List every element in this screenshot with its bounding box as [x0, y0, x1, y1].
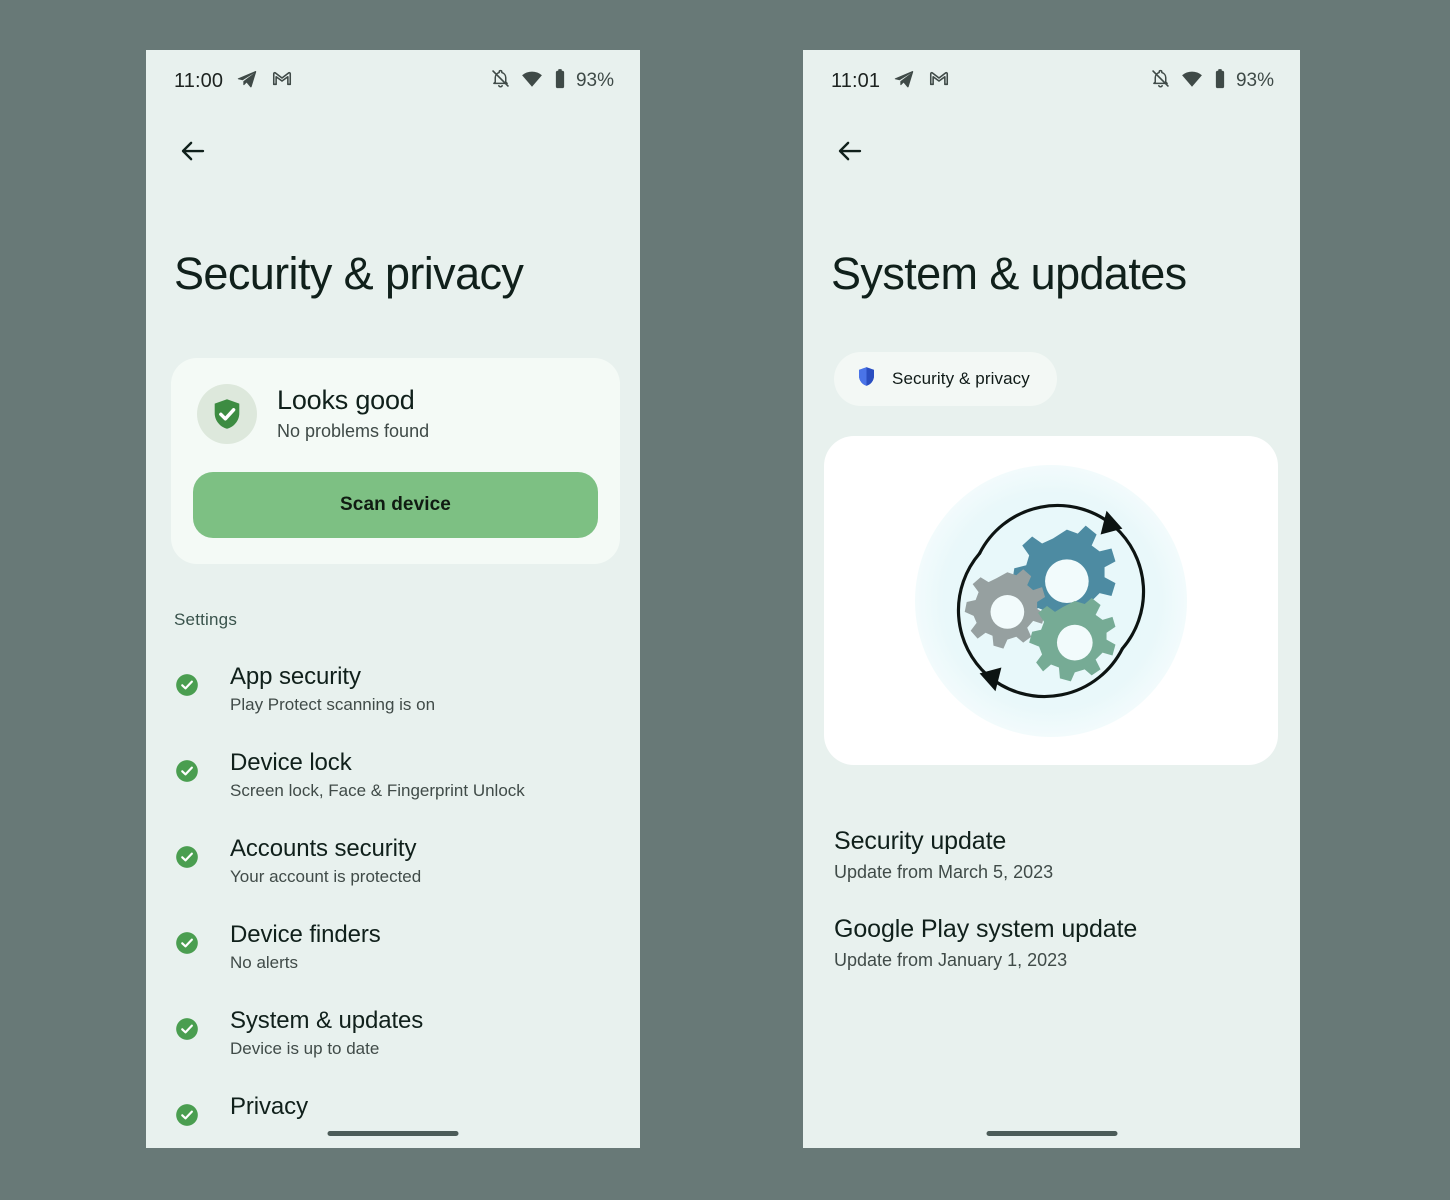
scan-device-button[interactable]: Scan device [193, 472, 598, 538]
notifications-off-icon [1150, 68, 1171, 94]
phone-screen-security-privacy: 11:00 93% Security & privacy Looks good … [146, 50, 640, 1148]
security-status-card: Looks good No problems found Scan device [171, 358, 620, 564]
setting-row-accounts-security[interactable]: Accounts security Your account is protec… [146, 818, 640, 904]
telegram-icon [893, 68, 915, 95]
update-title: Google Play system update [834, 915, 1138, 943]
update-subtitle: Update from March 5, 2023 [834, 862, 1054, 882]
setting-title: Privacy [230, 1093, 308, 1120]
status-bar: 11:00 93% [146, 50, 640, 112]
check-circle-icon [174, 672, 206, 703]
security-status-headline: Looks good [277, 384, 415, 415]
setting-text: App security Play Protect scanning is on [230, 663, 435, 715]
gmail-icon [928, 68, 950, 95]
check-circle-icon [174, 1102, 206, 1133]
toolbar [803, 112, 1300, 190]
setting-subtitle: Screen lock, Face & Fingerprint Unlock [230, 781, 525, 800]
setting-row-device-lock[interactable]: Device lock Screen lock, Face & Fingerpr… [146, 732, 640, 818]
chip-label: Security & privacy [892, 369, 1030, 388]
check-circle-icon [174, 930, 206, 961]
check-circle-icon [174, 758, 206, 789]
phone-screen-system-updates: 11:01 93% System & updates Security & pr… [803, 50, 1300, 1148]
setting-text: Accounts security Your account is protec… [230, 835, 421, 887]
setting-title: Device lock [230, 749, 352, 776]
status-bar-right: 93% [490, 68, 614, 95]
system-update-illustration-card [824, 436, 1278, 765]
settings-section-label: Settings [174, 610, 238, 629]
update-title: Security update [834, 827, 1007, 855]
battery-percent-label: 93% [575, 70, 614, 91]
setting-row-privacy[interactable]: Privacy [146, 1076, 640, 1148]
settings-list: App security Play Protect scanning is on… [146, 646, 640, 1148]
rotating-gears-icon [915, 464, 1187, 737]
setting-row-device-finders[interactable]: Device finders No alerts [146, 904, 640, 990]
setting-subtitle: No alerts [230, 953, 299, 972]
check-circle-icon [174, 844, 206, 875]
home-indicator[interactable] [986, 1131, 1117, 1136]
shield-blue-icon [855, 365, 878, 393]
update-row-security-update[interactable]: Security update Update from March 5, 202… [803, 811, 1300, 899]
gmail-icon [271, 68, 293, 95]
back-arrow-icon [181, 141, 205, 161]
notifications-off-icon [490, 68, 511, 94]
telegram-icon [236, 68, 258, 95]
setting-title: App security [230, 663, 361, 690]
security-status-texts: Looks good No problems found [277, 385, 429, 444]
setting-subtitle: Play Protect scanning is on [230, 695, 436, 714]
setting-row-system-updates[interactable]: System & updates Device is up to date [146, 990, 640, 1076]
update-row-google-play-system-update[interactable]: Google Play system update Update from Ja… [803, 899, 1300, 987]
setting-title: Device finders [230, 921, 381, 948]
setting-title: Accounts security [230, 835, 417, 862]
setting-row-app-security[interactable]: App security Play Protect scanning is on [146, 646, 640, 732]
setting-text: Privacy [230, 1093, 308, 1125]
back-arrow-icon [838, 141, 862, 161]
page-title: System & updates [831, 248, 1187, 299]
status-bar-left: 11:00 [174, 68, 293, 95]
setting-subtitle: Device is up to date [230, 1039, 380, 1058]
back-button[interactable] [170, 128, 216, 174]
setting-subtitle: Your account is protected [230, 867, 422, 886]
status-bar: 11:01 93% [803, 50, 1300, 112]
setting-text: Device lock Screen lock, Face & Fingerpr… [230, 749, 525, 801]
status-bar-clock: 11:00 [174, 69, 224, 92]
battery-icon [553, 68, 567, 95]
screenshot-stage: 11:00 93% Security & privacy Looks good … [0, 0, 1450, 1200]
updates-list: Security update Update from March 5, 202… [803, 811, 1300, 987]
wifi-icon [1181, 68, 1203, 95]
check-circle-icon [174, 1016, 206, 1047]
back-button[interactable] [827, 128, 873, 174]
wifi-icon [521, 68, 543, 95]
battery-percent-label: 93% [1235, 70, 1274, 91]
status-bar-right: 93% [1150, 68, 1274, 95]
status-bar-clock: 11:01 [831, 69, 881, 92]
setting-title: System & updates [230, 1007, 424, 1034]
battery-icon [1213, 68, 1227, 95]
toolbar [146, 112, 640, 190]
setting-text: System & updates Device is up to date [230, 1007, 423, 1059]
home-indicator[interactable] [327, 1131, 459, 1136]
page-title: Security & privacy [174, 248, 524, 299]
security-status-header: Looks good No problems found [193, 380, 598, 444]
security-status-subtext: No problems found [277, 420, 430, 441]
status-bar-left: 11:01 [831, 68, 950, 95]
update-subtitle: Update from January 1, 2023 [834, 950, 1068, 970]
shield-check-icon [197, 384, 257, 444]
security-privacy-chip[interactable]: Security & privacy [834, 352, 1057, 406]
setting-text: Device finders No alerts [230, 921, 381, 973]
